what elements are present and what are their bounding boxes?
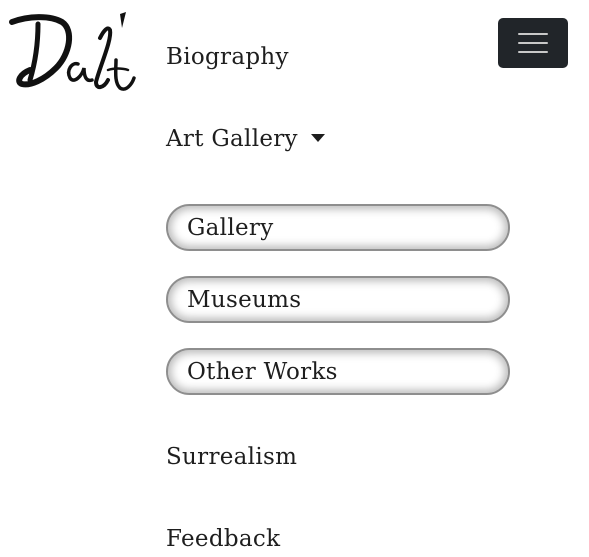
caret-down-icon [310,134,325,142]
nav-dropdown-label: Art Gallery [166,126,298,152]
hamburger-menu-icon-line [518,33,548,35]
navbar-toggler-button[interactable] [498,18,568,68]
nav-link-feedback[interactable]: Feedback [166,528,280,551]
dropdown-item-other-works[interactable]: Other Works [166,348,510,395]
nav-link-surrealism[interactable]: Surrealism [166,446,297,469]
dropdown-item-museums[interactable]: Museums [166,276,510,323]
page: Biography Art Gallery Gallery Museums Ot… [0,0,589,557]
nav-link-biography[interactable]: Biography [166,46,289,69]
nav-dropdown-art-gallery[interactable]: Art Gallery [166,128,325,151]
hamburger-menu-icon-line [518,42,548,44]
dropdown-item-gallery[interactable]: Gallery [166,204,510,251]
hamburger-menu-icon-line [518,51,548,53]
dali-logo-icon[interactable] [8,10,136,102]
